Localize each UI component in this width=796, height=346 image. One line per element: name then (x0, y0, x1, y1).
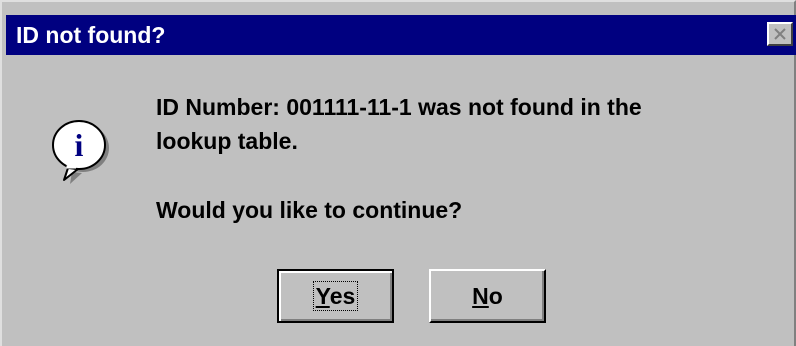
title-bar[interactable]: ID not found? (6, 15, 796, 55)
yes-mnemonic: Y (315, 283, 330, 309)
svg-text:i: i (75, 127, 84, 163)
message-line-2: lookup table. (156, 128, 298, 154)
close-icon (774, 28, 786, 40)
no-label-rest: o (488, 283, 503, 309)
message-dialog: ID not found? i ID Number: 001111-11-1 w… (0, 0, 796, 346)
confirmation-question: Would you like to continue? (156, 197, 463, 223)
dialog-title: ID not found? (16, 22, 166, 48)
no-button[interactable]: No (429, 269, 546, 323)
information-icon: i (52, 120, 109, 184)
no-mnemonic: N (472, 283, 489, 309)
message-line-1: ID Number: 001111-11-1 was not found in … (156, 94, 642, 120)
yes-label-rest: es (329, 283, 356, 309)
yes-button[interactable]: Yes (277, 269, 394, 323)
focus-rectangle: Yes (312, 281, 359, 311)
close-button[interactable] (767, 22, 793, 46)
